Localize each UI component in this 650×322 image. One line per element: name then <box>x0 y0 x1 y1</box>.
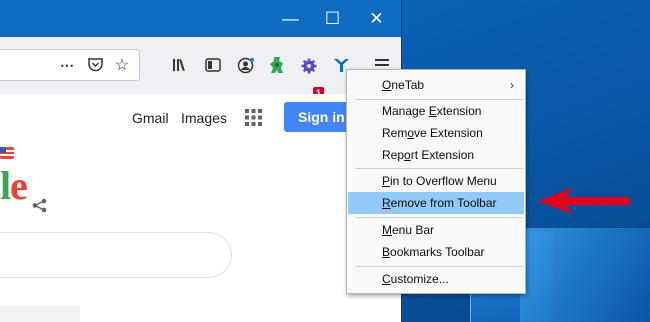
menu-item-menu-bar[interactable]: Menu Bar <box>348 219 524 241</box>
maximize-button[interactable]: ☐ <box>310 0 355 37</box>
page-footer-block <box>0 306 80 322</box>
red-arrow-icon <box>538 187 632 215</box>
menu-item-label: Remove from Toolbar <box>382 196 497 210</box>
menu-item-onetab[interactable]: OneTab › <box>348 74 524 96</box>
minimize-button[interactable]: — <box>268 0 313 37</box>
green-extension-icon[interactable] <box>267 54 287 76</box>
bookmark-star-icon[interactable]: ☆ <box>112 55 132 75</box>
menu-item-label: Bookmarks Toolbar <box>382 245 485 259</box>
apps-grid-icon[interactable] <box>242 106 264 128</box>
menu-item-label: Remove Extension <box>382 126 483 140</box>
menu-item-label: Customize... <box>382 272 449 286</box>
gmail-link[interactable]: Gmail <box>132 110 169 126</box>
logo-letter-e: e <box>10 163 28 208</box>
search-input[interactable] <box>0 232 232 278</box>
browser-window: — ☐ ✕ ⋯ ☆ 1 Gmail Images Sign in l e <box>0 0 401 322</box>
library-icon[interactable] <box>170 55 190 75</box>
menu-item-remove-from-toolbar[interactable]: Remove from Toolbar <box>348 192 524 214</box>
extension-context-menu: OneTab › Manage Extension Remove Extensi… <box>346 69 526 294</box>
navigation-toolbar: ⋯ ☆ 1 <box>0 37 401 99</box>
close-button[interactable]: ✕ <box>354 0 399 37</box>
share-icon[interactable] <box>30 196 48 214</box>
menu-item-label: Menu Bar <box>382 223 435 237</box>
menu-item-label: Pin to Overflow Menu <box>382 174 497 188</box>
menu-item-manage-extension[interactable]: Manage Extension <box>348 100 524 122</box>
chevron-right-icon: › <box>510 78 514 92</box>
page-actions-icon[interactable]: ⋯ <box>56 56 78 74</box>
account-icon[interactable] <box>235 55 255 75</box>
desktop-light-pane <box>520 228 650 322</box>
title-bar: — ☐ ✕ <box>0 0 401 37</box>
menu-item-customize[interactable]: Customize... <box>348 268 524 290</box>
menu-item-bookmarks-toolbar[interactable]: Bookmarks Toolbar <box>348 241 524 263</box>
gear-extension-icon[interactable] <box>299 56 319 76</box>
menu-separator <box>355 168 523 169</box>
menu-item-pin-to-overflow[interactable]: Pin to Overflow Menu <box>348 170 524 192</box>
menu-separator <box>355 217 523 218</box>
address-bar[interactable]: ⋯ ☆ <box>0 49 140 81</box>
pocket-icon[interactable] <box>85 56 105 74</box>
flag-doodle-icon <box>0 145 14 161</box>
menu-item-report-extension[interactable]: Report Extension <box>348 144 524 166</box>
menu-item-label: Report Extension <box>382 148 475 162</box>
sidebar-icon[interactable] <box>203 55 223 75</box>
menu-item-label: OneTab <box>382 78 425 92</box>
images-link[interactable]: Images <box>181 110 227 126</box>
menu-separator <box>355 266 523 267</box>
menu-item-remove-extension[interactable]: Remove Extension <box>348 122 524 144</box>
menu-item-label: Manage Extension <box>382 104 482 118</box>
